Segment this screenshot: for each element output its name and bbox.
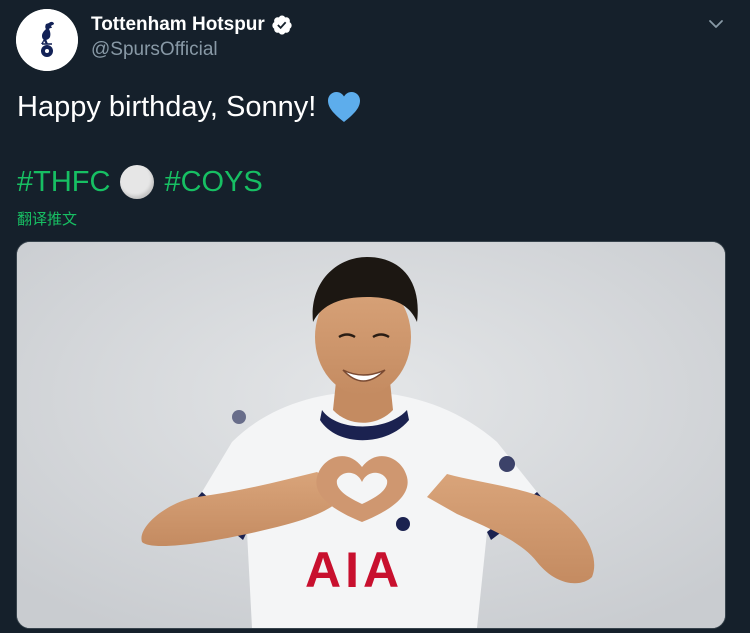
photo-son-heart-gesture: AIA [17, 242, 725, 628]
tweet-text-content: Happy birthday, Sonny! [17, 91, 317, 123]
translate-tweet-link[interactable]: 翻译推文 [17, 208, 77, 229]
shirt-sponsor-text: AIA [305, 542, 403, 598]
verified-badge-icon [271, 14, 293, 36]
hashtag-thfc[interactable]: #THFC [17, 163, 110, 201]
avatar[interactable] [16, 9, 78, 71]
account-handle[interactable]: @SpursOfficial [91, 39, 218, 61]
spurs-logo-icon [16, 9, 78, 71]
blue-heart-icon [326, 90, 362, 124]
display-name[interactable]: Tottenham Hotspur [91, 14, 265, 36]
hashtag-coys[interactable]: #COYS [164, 163, 262, 201]
chevron-down-icon[interactable] [706, 14, 726, 34]
name-row: Tottenham Hotspur [91, 14, 293, 36]
white-circle-icon [120, 165, 155, 199]
hashtags-row: #THFC #COYS [17, 163, 263, 201]
tweet-photo[interactable]: AIA [16, 241, 726, 629]
tweet-text: Happy birthday, Sonny! [17, 88, 362, 126]
tweet-card: Tottenham Hotspur @SpursOfficial Happy b… [0, 0, 750, 633]
